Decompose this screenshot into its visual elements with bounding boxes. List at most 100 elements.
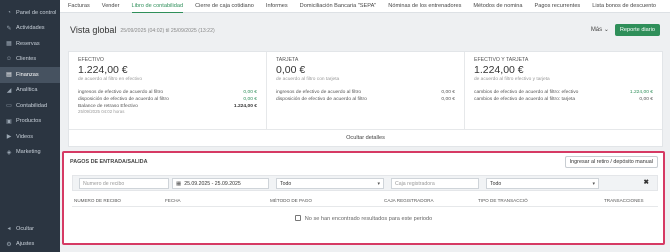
sidebar-item-label: Ajustes	[16, 241, 35, 248]
payments-section: PAGOS DE ENTRADA/SALIDA Ingresar al reti…	[62, 151, 665, 245]
chevron-down-icon: ▾	[377, 181, 380, 187]
header-actions: Más ⌄ Reporte diario	[591, 23, 660, 36]
calendar-icon	[294, 215, 301, 221]
cash-card-label: EFECTIVO Y TARJETA	[474, 57, 529, 63]
tab-pagos-recurrentes[interactable]: Pagos recurrentes	[535, 0, 581, 13]
page-title: Vista global	[70, 24, 117, 35]
row-value: 0,00 €	[441, 90, 455, 95]
cash-register-input[interactable]: Caja registradora	[391, 178, 479, 189]
sidebar-item-actividades[interactable]: ✎ Actividades	[0, 21, 60, 37]
cash-subtitle: de acuerdo al filtro en efectivo	[78, 77, 142, 82]
payments-header: PAGOS DE ENTRADA/SALIDA Ingresar al reti…	[64, 153, 663, 171]
tab-cierre-de-caja[interactable]: Cierre de caja cotidiano	[195, 0, 254, 13]
row-value: 1.224,00 €	[233, 104, 257, 109]
dashboard-icon: ◔	[7, 9, 11, 16]
hide-details-link[interactable]: Ocultar detalles	[69, 130, 662, 141]
date-range-label: 25/09/2025 (04:02) til 25/09/2025 (13:22…	[120, 27, 215, 34]
summary-row: cambios de efectivo de acuerdo al filtro…	[474, 89, 653, 96]
cash-card-subtitle: de acuerdo al filtro efectivo y tarjeta	[474, 77, 550, 82]
card-amount: 0,00 €	[276, 64, 306, 76]
sidebar-item-contabilidad[interactable]: ▭ Contabilidad	[0, 98, 60, 114]
date-range-picker[interactable]: ▦ 25.09.2025 - 25.09.2025	[172, 178, 269, 189]
summary-row: disposición de efectivo de acuerdo al fi…	[78, 96, 257, 103]
sidebar-item-label: Clientes	[16, 56, 37, 63]
sidebar: ◔ Panel de control ✎ Actividades ▦ Reservas…	[0, 0, 60, 252]
calendar-icon: ▦	[6, 41, 12, 48]
row-label: disposición de efectivo de acuerdo al fi…	[78, 97, 169, 102]
sidebar-item-label: Contabilidad	[16, 102, 48, 109]
more-dropdown[interactable]: Más ⌄	[591, 26, 609, 33]
transaction-type-value: Todo	[490, 180, 502, 187]
date-range-value: 25.09.2025 - 25.09.2025	[184, 180, 241, 187]
tab-metodos-de-nomina[interactable]: Métodos de nomina	[473, 0, 522, 13]
payments-title: PAGOS DE ENTRADA/SALIDA	[70, 159, 148, 165]
payment-method-select[interactable]: Todo ▾	[276, 178, 384, 189]
empty-message: No se han encontrado resultados para est…	[304, 216, 433, 222]
summary-panel: EFECTIVO 1.224,00 € de acuerdo al filtro…	[68, 51, 663, 147]
table-header: NUMERO DE RECIBO FECHA MÉTODO DE PAGO CA…	[72, 195, 658, 207]
row-label: disposición de efectivo de acuerdo al fi…	[276, 97, 367, 102]
cash-amount: 1.224,00 €	[78, 64, 128, 76]
sidebar-item-label: Productos	[16, 118, 42, 125]
top-tabs: Facturas Vender Libro de contabilidad Ci…	[60, 0, 670, 13]
chevron-down-icon: ▾	[592, 181, 595, 187]
tab-vender[interactable]: Vender	[102, 0, 120, 13]
sidebar-item-ocultar[interactable]: ◂ Ocultar	[0, 221, 60, 237]
column-header[interactable]: NUMERO DE RECIBO	[72, 198, 165, 203]
cash-label: EFECTIVO	[78, 57, 104, 63]
column-header[interactable]: MÉTODO DE PAGO	[270, 198, 384, 203]
sidebar-item-productos[interactable]: ▣ Productos	[0, 114, 60, 130]
products-icon: ▣	[6, 118, 12, 125]
sidebar-item-label: Panel de control	[16, 9, 57, 16]
daily-report-button[interactable]: Reporte diario	[614, 23, 660, 36]
more-label: Más	[590, 27, 603, 33]
column-header[interactable]: TIPO DE TRANSACCIÓ	[478, 198, 604, 203]
chevron-down-icon: ⌄	[603, 27, 609, 33]
sidebar-item-marketing[interactable]: ◈ Marketing	[0, 145, 60, 161]
sidebar-item-label: Actividades	[16, 25, 45, 32]
receipt-number-input[interactable]: Numero de recibo	[79, 178, 169, 189]
empty-state: No se han encontrado resultados para est…	[64, 215, 663, 222]
summary-columns: EFECTIVO 1.224,00 € de acuerdo al filtro…	[69, 52, 662, 130]
tab-informes[interactable]: Informes	[266, 0, 288, 13]
sidebar-item-label: Ocultar	[16, 225, 35, 232]
activities-icon: ✎	[6, 25, 12, 32]
row-label: cambios de efectivo de acuerdo al filtro…	[474, 97, 576, 102]
sidebar-footer: ◂ Ocultar ⚙ Ajustes	[0, 221, 60, 252]
transaction-type-select[interactable]: Todo ▾	[486, 178, 599, 189]
sidebar-item-ajustes[interactable]: ⚙ Ajustes	[0, 237, 60, 252]
row-value: 1.224,00 €	[629, 90, 653, 95]
sidebar-item-panel-de-control[interactable]: ◔ Panel de control	[0, 5, 60, 21]
sidebar-item-label: Finanzas	[16, 71, 39, 78]
sidebar-item-analitica[interactable]: ◢ Analítica	[0, 83, 60, 99]
clear-filters-icon[interactable]: ✖	[644, 178, 649, 186]
calendar-icon: ▦	[176, 180, 182, 187]
cash-card-column: EFECTIVO Y TARJETA 1.224,00 € de acuerdo…	[465, 52, 662, 129]
tab-facturas[interactable]: Facturas	[68, 0, 90, 13]
card-subtitle: de acuerdo al filtro con tarjeta	[276, 77, 340, 82]
sidebar-item-clientes[interactable]: ☺ Clientes	[0, 52, 60, 68]
sidebar-item-label: Reservas	[16, 40, 40, 47]
column-header[interactable]: FECHA	[165, 198, 270, 203]
sidebar-item-reservas[interactable]: ▦ Reservas	[0, 36, 60, 52]
sidebar-item-videos[interactable]: ▶ Videos	[0, 129, 60, 145]
summary-row: ingresos de efectivo de acuerdo al filtr…	[78, 89, 257, 96]
sidebar-item-label: Marketing	[16, 149, 41, 156]
tab-nominas[interactable]: Nóminas de los entrenadores	[388, 0, 461, 13]
sidebar-nav: ◔ Panel de control ✎ Actividades ▦ Reservas…	[0, 0, 60, 160]
balance-timestamp: 25/09/2025 04:02 horas	[78, 109, 125, 114]
manual-deposit-button[interactable]: Ingresar al retiro / depósito manual	[564, 156, 658, 168]
summary-row: ingresos de efectivo de acuerdo al filtr…	[276, 89, 455, 96]
analytics-icon: ◢	[6, 87, 12, 94]
row-value: 0,00 €	[243, 90, 257, 95]
row-label: cambios de efectivo de acuerdo al filtro…	[474, 90, 579, 95]
column-header[interactable]: TRANSACCIONES	[604, 198, 644, 203]
filter-bar: Numero de recibo ▦ 25.09.2025 - 25.09.202…	[72, 175, 658, 191]
summary-row: disposición de efectivo de acuerdo al fi…	[276, 96, 455, 103]
sidebar-item-finanzas[interactable]: ▤ Finanzas	[0, 67, 60, 83]
videos-icon: ▶	[6, 134, 12, 141]
tab-lista-bonos[interactable]: Lista bonos de descuento	[592, 0, 656, 13]
tab-domiciliacion[interactable]: Domiciliación Bancaria "SEPA"	[300, 0, 377, 13]
tab-libro-de-contabilidad[interactable]: Libro de contabilidad	[131, 0, 184, 13]
column-header[interactable]: CAJA REGISTRADORA	[384, 198, 478, 203]
